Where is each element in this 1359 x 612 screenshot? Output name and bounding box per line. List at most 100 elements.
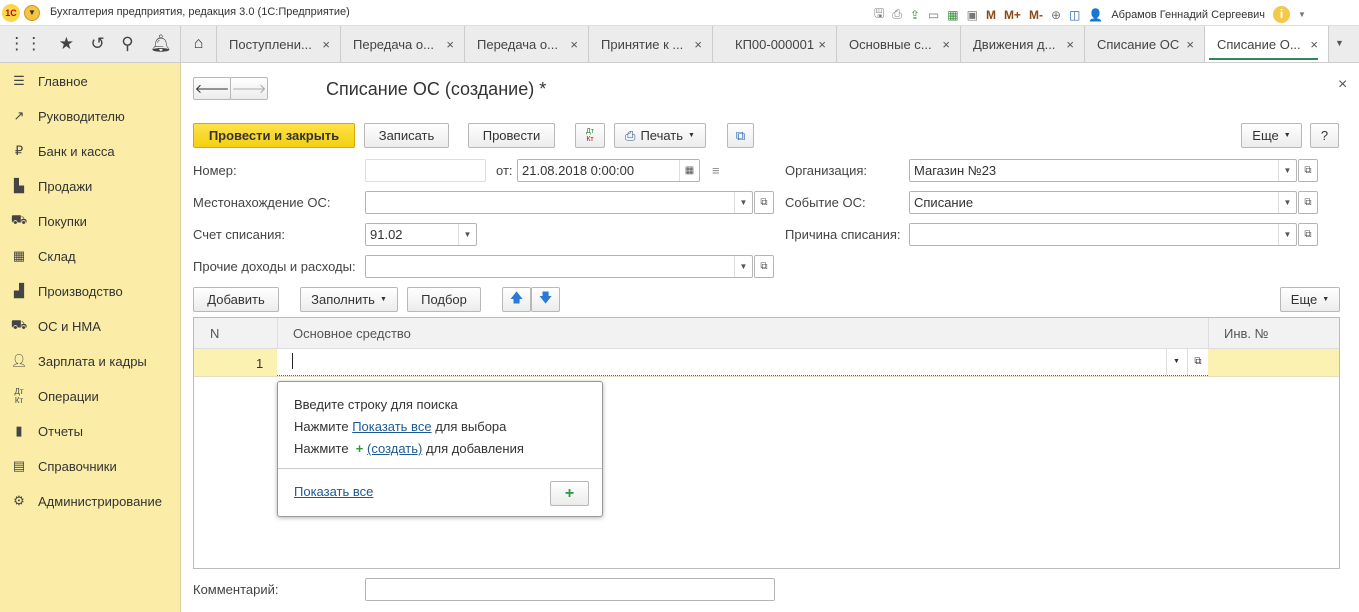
save-icon[interactable]: 🖫 (874, 4, 884, 25)
sidebar-item-production[interactable]: ▟ Производство (0, 276, 180, 306)
account-field[interactable]: 91.02 ▼ (365, 223, 477, 246)
other-income-field[interactable]: ▼ (365, 255, 753, 278)
user-name[interactable]: Абрамов Геннадий Сергеевич (1111, 9, 1265, 21)
column-header-asset[interactable]: Основное средство (293, 326, 411, 341)
chevron-down-icon[interactable]: ▼ (734, 256, 752, 277)
tab[interactable]: Передача о... × (341, 26, 465, 62)
chevron-down-icon[interactable]: ▼ (1278, 192, 1296, 213)
open-icon[interactable]: ⧉ (1187, 349, 1208, 375)
create-link[interactable]: (создать) (367, 441, 422, 456)
chevron-down-icon[interactable]: ▼ (1278, 224, 1296, 245)
close-icon[interactable]: × (1310, 37, 1318, 52)
table-more-button[interactable]: Еще ▼ (1280, 287, 1340, 312)
sidebar-item-assets[interactable]: ⛟ ОС и НМА (0, 311, 180, 341)
reason-field[interactable]: ▼ (909, 223, 1297, 246)
memory-m-button[interactable]: M (986, 8, 996, 22)
dtkt-button[interactable]: Дт Кт (575, 123, 605, 148)
calendar-icon[interactable]: ▣ (967, 8, 978, 22)
open-icon[interactable]: ⧉ (1298, 223, 1318, 246)
open-icon[interactable]: ⧉ (754, 191, 774, 214)
sidebar-item-admin[interactable]: ⚙ Администрирование (0, 486, 180, 516)
close-icon[interactable]: × (694, 37, 702, 52)
sidebar-item-sales[interactable]: ▙ Продажи (0, 171, 180, 201)
close-icon[interactable]: × (1338, 76, 1347, 94)
tab[interactable]: Передача о... × (465, 26, 589, 62)
sidebar-item-bank[interactable]: ₽ Банк и касса (0, 136, 180, 166)
chevron-down-icon[interactable]: ▼ (734, 192, 752, 213)
sidebar-item-purchases[interactable]: ⛟ Покупки (0, 206, 180, 236)
sidebar-item-manager[interactable]: ↗ Руководителю (0, 101, 180, 131)
history-list-icon[interactable]: ≡ (712, 163, 720, 178)
post-button[interactable]: Провести (468, 123, 555, 148)
history-icon[interactable]: ↺ (90, 34, 104, 54)
print-icon[interactable]: ⎙ (892, 7, 902, 22)
panels-icon[interactable]: ◫ (1069, 8, 1080, 22)
post-and-close-button[interactable]: Провести и закрыть (193, 123, 355, 148)
sidebar-item-salary[interactable]: 👤︎ Зарплата и кадры (0, 346, 180, 376)
tab[interactable]: Основные с... × (837, 26, 961, 62)
column-header-n[interactable]: N (210, 326, 219, 341)
save-button[interactable]: Записать (364, 123, 449, 148)
move-down-button[interactable]: 🡇 (531, 287, 560, 312)
event-field[interactable]: Списание ▼ (909, 191, 1297, 214)
tab[interactable]: Принятие к ... × (589, 26, 713, 62)
tab[interactable]: Поступлени... × (217, 26, 341, 62)
chevron-down-icon[interactable]: ▼ (1166, 349, 1186, 375)
open-icon[interactable]: ⧉ (1298, 191, 1318, 214)
create-button[interactable]: + (550, 481, 589, 506)
table-row[interactable]: 1 ▼ ⧉ (194, 349, 1339, 377)
tab[interactable]: Списание ОС × (1085, 26, 1205, 62)
info-icon[interactable]: i (1273, 6, 1291, 23)
add-button[interactable]: Добавить (193, 287, 279, 312)
move-up-button[interactable]: 🡅 (502, 287, 531, 312)
main-menu-button[interactable]: ▼ (24, 5, 40, 21)
upload-icon[interactable]: ⇪ (910, 8, 920, 22)
close-icon[interactable]: × (446, 37, 454, 52)
notifications-bell-icon[interactable]: 🔔︎ (150, 34, 172, 54)
chevron-down-icon[interactable]: ▼ (1298, 10, 1306, 19)
sidebar-item-operations[interactable]: Дт Кт Операции (0, 381, 180, 411)
structure-button[interactable]: ⧉ (727, 123, 754, 148)
home-tab[interactable]: ⌂ (181, 26, 217, 62)
comment-field[interactable] (365, 578, 775, 601)
sidebar-item-main[interactable]: ☰ Главное (0, 66, 180, 96)
back-button[interactable]: 🡐 (193, 77, 231, 100)
close-icon[interactable]: × (1066, 37, 1074, 52)
open-icon[interactable]: ⧉ (1298, 159, 1318, 182)
date-field[interactable]: 21.08.2018 0:00:00 ▦ (517, 159, 700, 182)
fill-button[interactable]: Заполнить ▼ (300, 287, 398, 312)
tabs-dropdown-icon[interactable]: ▼ (1335, 38, 1344, 48)
close-icon[interactable]: × (818, 37, 826, 52)
close-icon[interactable]: × (1186, 37, 1194, 52)
sidebar-item-warehouse[interactable]: ▦ Склад (0, 241, 180, 271)
tab[interactable]: Движения д... × (961, 26, 1085, 62)
preview-icon[interactable]: ▭ (928, 8, 939, 22)
close-icon[interactable]: × (570, 37, 578, 52)
zoom-icon[interactable]: ⊕ (1051, 8, 1061, 22)
tab-active[interactable]: Списание О... × (1205, 26, 1329, 62)
close-icon[interactable]: × (942, 37, 950, 52)
favorites-star-icon[interactable]: ★ (59, 34, 74, 54)
show-all-footer-link[interactable]: Показать все (294, 484, 373, 499)
memory-mminus-button[interactable]: M- (1029, 8, 1043, 22)
sidebar-item-reports[interactable]: ▮ Отчеты (0, 416, 180, 446)
apps-grid-icon[interactable]: ⋮⋮ (8, 34, 42, 54)
tab[interactable]: КП00-000001 × (713, 26, 837, 62)
pick-button[interactable]: Подбор (407, 287, 481, 312)
forward-button[interactable]: 🡒 (230, 77, 268, 100)
chevron-down-icon[interactable]: ▼ (458, 224, 476, 245)
close-icon[interactable]: × (322, 37, 330, 52)
show-all-link[interactable]: Показать все (352, 419, 431, 434)
sidebar-item-directories[interactable]: ▤ Справочники (0, 451, 180, 481)
number-field[interactable] (365, 159, 486, 182)
search-icon[interactable]: ⚲ (121, 34, 133, 54)
asset-input[interactable]: ▼ ⧉ (277, 349, 1208, 376)
location-field[interactable]: ▼ (365, 191, 753, 214)
calculator-icon[interactable]: ▦ (947, 8, 958, 22)
organization-field[interactable]: Магазин №23 ▼ (909, 159, 1297, 182)
chevron-down-icon[interactable]: ▼ (1278, 160, 1296, 181)
calendar-icon[interactable]: ▦ (679, 160, 699, 181)
column-header-inv[interactable]: Инв. № (1224, 326, 1269, 341)
print-button[interactable]: ⎙ Печать ▼ (614, 123, 706, 148)
more-button[interactable]: Еще ▼ (1241, 123, 1302, 148)
